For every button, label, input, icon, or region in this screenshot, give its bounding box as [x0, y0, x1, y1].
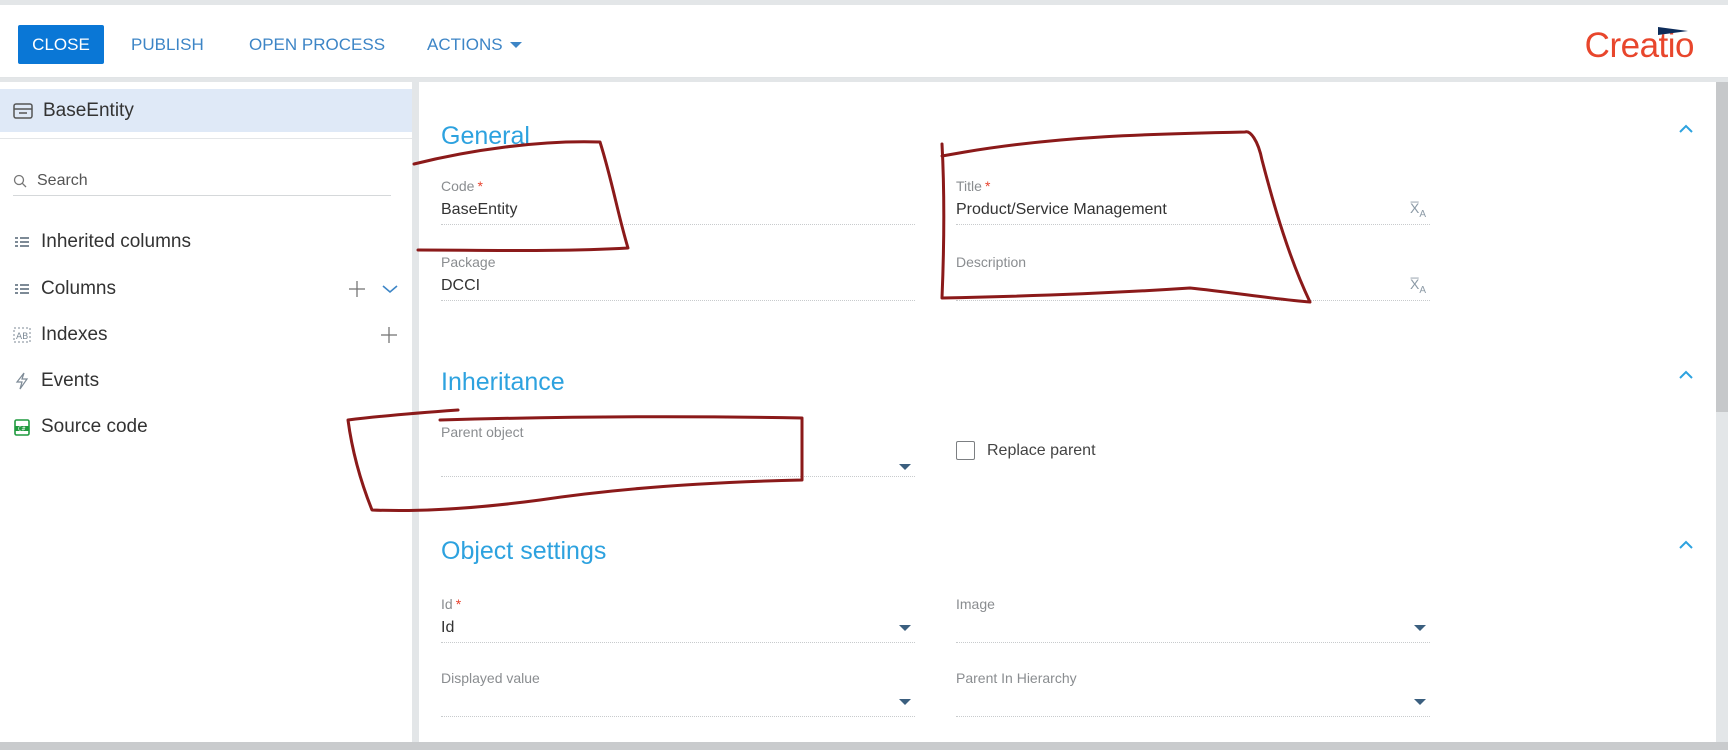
parent-in-hierarchy-label: Parent In Hierarchy: [956, 670, 1077, 686]
id-label: Id: [441, 596, 453, 612]
add-column-button[interactable]: [348, 280, 366, 298]
indexes-actions: [380, 326, 398, 344]
code-field[interactable]: Code * BaseEntity: [441, 178, 915, 225]
sidebar-item-indexes[interactable]: AB Indexes: [13, 318, 398, 352]
sidebar-item-label: Source code: [41, 416, 148, 437]
description-field[interactable]: Description X̅A: [956, 254, 1430, 301]
search-icon: [13, 174, 27, 188]
chevron-down-icon: [509, 41, 522, 48]
id-value: Id: [441, 619, 455, 636]
code-value: BaseEntity: [441, 201, 518, 218]
displayed-value-label: Displayed value: [441, 670, 540, 686]
columns-icon: [13, 236, 31, 248]
actions-menu-button[interactable]: ACTIONS: [427, 25, 522, 64]
replace-parent-checkbox[interactable]: Replace parent: [956, 441, 1096, 460]
checkbox-icon[interactable]: [956, 441, 975, 460]
search-field: [13, 167, 391, 196]
collapse-object-settings-button[interactable]: [1678, 540, 1696, 554]
table-icon: [13, 102, 33, 119]
sidebar-item-baseentity[interactable]: BaseEntity: [0, 89, 412, 132]
dropdown-arrow-icon[interactable]: [1414, 625, 1426, 631]
image-field[interactable]: Image: [956, 596, 1430, 643]
description-label: Description: [956, 254, 1027, 270]
sidebar-item-columns[interactable]: Columns: [13, 272, 398, 306]
sidebar-item-events[interactable]: Events: [13, 364, 398, 398]
add-index-button[interactable]: [380, 326, 398, 344]
search-input[interactable]: [35, 171, 369, 191]
object-properties-panel: General Code * BaseEntity Title * Product/…: [419, 82, 1716, 750]
dropdown-arrow-icon[interactable]: [899, 699, 911, 705]
sidebar-item-label: Columns: [41, 278, 116, 299]
title-field[interactable]: Title * Product/Service Management X̅A: [956, 178, 1430, 225]
columns-icon: [13, 283, 31, 295]
package-label: Package: [441, 254, 496, 270]
actions-label: ACTIONS: [427, 34, 503, 54]
title-value: Product/Service Management: [956, 201, 1167, 218]
close-button[interactable]: CLOSE: [18, 25, 104, 64]
index-icon: AB: [13, 327, 31, 343]
parent-object-label: Parent object: [441, 424, 524, 440]
logo-arrow-icon: [1658, 27, 1688, 35]
section-title-general: General: [441, 122, 530, 150]
title-label: Title: [956, 178, 982, 194]
required-marker: *: [477, 178, 483, 194]
source-code-icon: C#: [13, 418, 31, 436]
sidebar-item-inherited-columns[interactable]: Inherited columns: [13, 225, 398, 259]
translate-icon[interactable]: X̅A: [1410, 276, 1426, 296]
svg-text:AB: AB: [16, 332, 28, 342]
collapse-inheritance-button[interactable]: [1678, 370, 1696, 384]
chevron-down-icon[interactable]: [382, 284, 398, 294]
parent-object-field[interactable]: Parent object: [441, 424, 915, 477]
sidebar-item-label: Indexes: [41, 324, 108, 345]
package-field[interactable]: Package DCCI: [441, 254, 915, 301]
collapse-general-button[interactable]: [1678, 124, 1696, 138]
sidebar-item-label: Events: [41, 370, 100, 391]
required-marker: *: [455, 596, 462, 612]
translate-icon[interactable]: X̅A: [1410, 200, 1426, 220]
section-title-inheritance: Inheritance: [441, 368, 565, 396]
columns-actions: [348, 280, 398, 298]
publish-button[interactable]: PUBLISH: [131, 25, 204, 64]
sidebar-item-source-code[interactable]: C# Source code: [13, 410, 398, 444]
image-label: Image: [956, 596, 995, 612]
id-field[interactable]: Id * Id: [441, 596, 915, 643]
sidebar-header-label: BaseEntity: [43, 99, 134, 121]
vertical-scrollbar[interactable]: [1716, 82, 1728, 412]
required-marker: *: [984, 178, 991, 194]
displayed-value-field[interactable]: Displayed value: [441, 670, 915, 717]
section-title-object-settings: Object settings: [441, 537, 607, 565]
package-value: DCCI: [441, 277, 481, 294]
code-label: Code: [441, 178, 475, 194]
object-structure-sidebar: BaseEntity Inherited columns Columns A: [0, 82, 412, 750]
top-toolbar: CLOSE PUBLISH OPEN PROCESS ACTIONS Creat…: [0, 5, 1728, 78]
sidebar-item-label: Inherited columns: [41, 231, 191, 252]
replace-parent-label: Replace parent: [987, 441, 1096, 459]
bottom-edge: [0, 742, 1728, 750]
divider: [0, 138, 412, 139]
lightning-icon: [13, 372, 31, 390]
open-process-button[interactable]: OPEN PROCESS: [249, 25, 385, 64]
dropdown-arrow-icon[interactable]: [899, 625, 911, 631]
parent-in-hierarchy-field[interactable]: Parent In Hierarchy: [956, 670, 1430, 717]
svg-text:C#: C#: [18, 427, 26, 433]
dropdown-arrow-icon[interactable]: [899, 464, 911, 470]
dropdown-arrow-icon[interactable]: [1414, 699, 1426, 705]
